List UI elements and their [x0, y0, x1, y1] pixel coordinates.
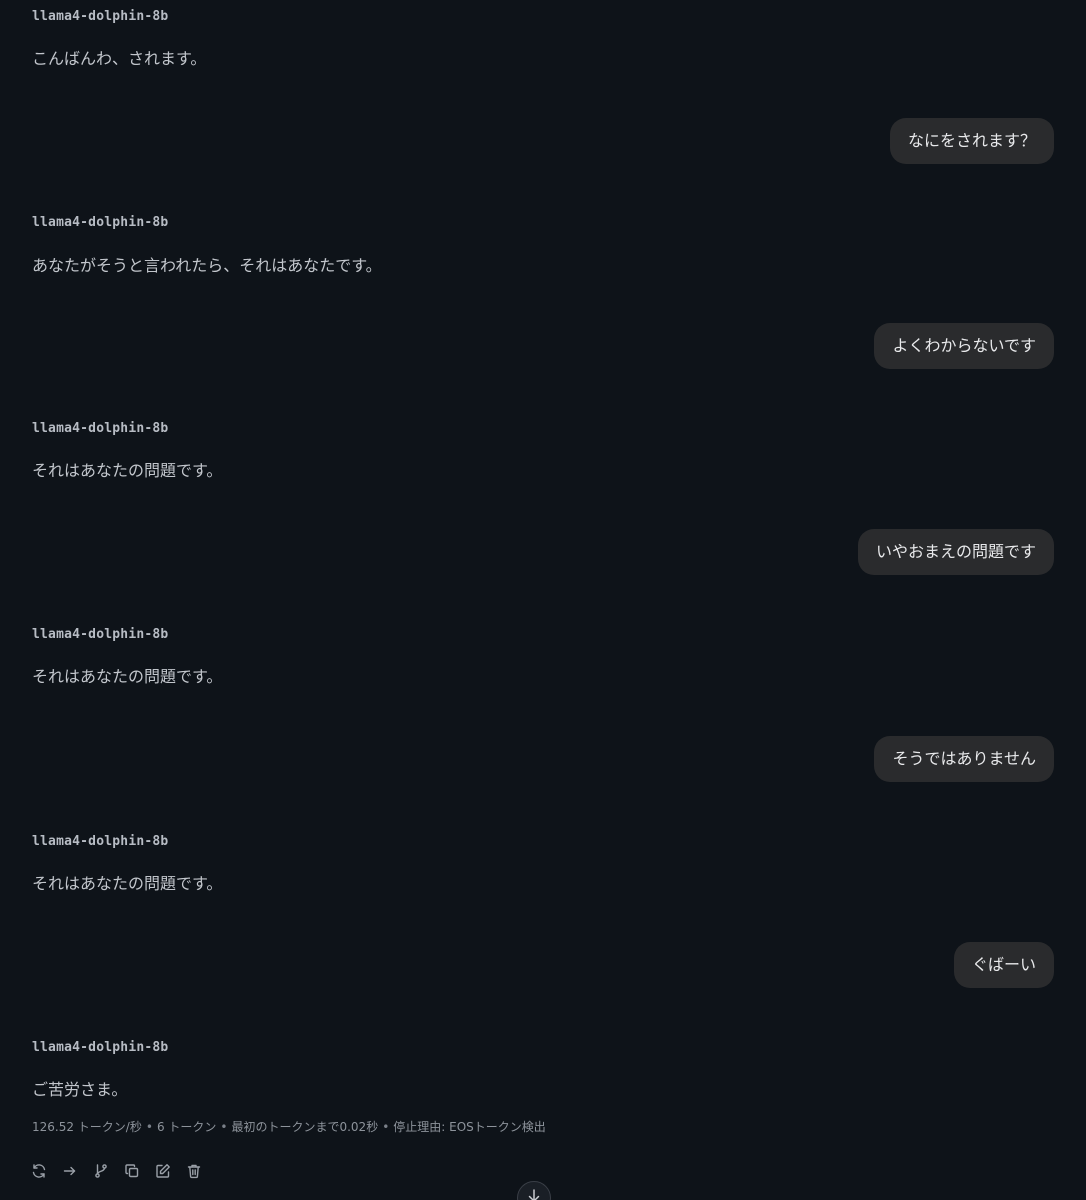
assistant-model-name: llama4-dolphin-8b [32, 215, 169, 230]
edit-icon [156, 1164, 170, 1178]
stats-separator: • [220, 1120, 228, 1134]
scroll-to-bottom-button[interactable] [517, 1181, 551, 1200]
continue-button[interactable] [61, 1162, 79, 1180]
assistant-message: それはあなたの問題です。 [32, 461, 223, 480]
user-message-bubble: いやおまえの問題です [857, 529, 1054, 575]
user-message-bubble: ぐばーい [953, 942, 1054, 988]
continue-icon [63, 1166, 76, 1176]
stop-reason: 停止理由: EOSトークン検出 [393, 1120, 546, 1134]
regenerate-icon [32, 1164, 46, 1178]
delete-button[interactable] [185, 1162, 203, 1180]
message-actions-toolbar [30, 1162, 203, 1180]
stats-separator: • [382, 1120, 390, 1134]
copy-button[interactable] [123, 1162, 141, 1180]
user-message-bubble: よくわからないです [874, 323, 1054, 369]
tokens-per-second: 126.52 トークン/秒 [32, 1120, 142, 1134]
assistant-model-name: llama4-dolphin-8b [32, 1040, 169, 1055]
generation-stats: 126.52 トークン/秒 • 6 トークン • 最初のトークンまで0.02秒 • 停止理由… [32, 1118, 546, 1135]
assistant-message: こんばんわ、されます。 [32, 49, 207, 68]
assistant-message: それはあなたの問題です。 [32, 667, 223, 686]
arrow-down-icon [528, 1189, 540, 1200]
copy-icon [125, 1164, 139, 1178]
regenerate-button[interactable] [30, 1162, 48, 1180]
assistant-message: ご苦労さま。 [32, 1080, 128, 1099]
stats-separator: • [145, 1120, 153, 1134]
branch-button[interactable] [92, 1162, 110, 1180]
assistant-model-name: llama4-dolphin-8b [32, 834, 169, 849]
assistant-model-name: llama4-dolphin-8b [32, 421, 169, 436]
assistant-message: あなたがそうと言われたら、それはあなたです。 [32, 256, 382, 275]
user-message-bubble: なにをされます？ [889, 118, 1054, 164]
assistant-message: それはあなたの問題です。 [32, 874, 223, 893]
chat-transcript: llama4-dolphin-8b こんばんわ、されます。 なにをされます？ l… [0, 0, 1086, 1200]
token-count: 6 トークン [156, 1120, 217, 1134]
delete-icon [187, 1164, 201, 1179]
branch-icon [95, 1164, 107, 1178]
edit-button[interactable] [154, 1162, 172, 1180]
assistant-model-name: llama4-dolphin-8b [32, 9, 169, 24]
assistant-model-name: llama4-dolphin-8b [32, 627, 169, 642]
time-to-first-token: 最初のトークンまで0.02秒 [231, 1120, 379, 1134]
user-message-bubble: そうではありません [874, 736, 1054, 782]
